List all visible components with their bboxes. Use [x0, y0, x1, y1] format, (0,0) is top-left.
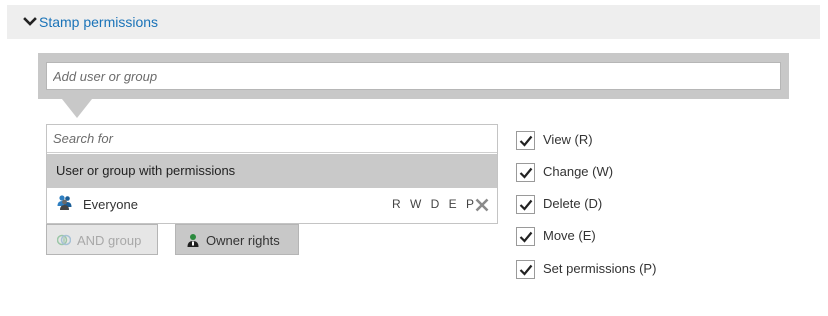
owner-icon	[187, 234, 199, 247]
add-user-or-group-input[interactable]	[46, 62, 781, 90]
stamp-permissions-header[interactable]: Stamp permissions	[7, 5, 820, 39]
permissions-panel: User or group with permissions Everyone …	[46, 124, 498, 224]
change-checkbox[interactable]	[516, 163, 535, 182]
group-icon	[57, 195, 72, 210]
list-item[interactable]: Everyone R W D E P	[47, 188, 497, 223]
permission-view[interactable]: View (R)	[516, 128, 716, 150]
row-rights: R W D E P	[392, 197, 478, 211]
checkmark-icon	[519, 231, 533, 243]
list-header: User or group with permissions	[47, 154, 497, 188]
move-label: Move (E)	[543, 228, 596, 243]
remove-icon[interactable]	[475, 198, 489, 212]
owner-rights-label: Owner rights	[206, 233, 280, 248]
permission-set-permissions[interactable]: Set permissions (P)	[516, 257, 716, 279]
view-checkbox[interactable]	[516, 131, 535, 150]
permission-change[interactable]: Change (W)	[516, 160, 716, 182]
checkmark-icon	[519, 199, 533, 211]
checkmark-icon	[519, 167, 533, 179]
and-group-button[interactable]: AND group	[46, 224, 158, 255]
section-title: Stamp permissions	[39, 14, 159, 30]
checkmark-icon	[519, 135, 533, 147]
delete-checkbox[interactable]	[516, 195, 535, 214]
set-permissions-label: Set permissions (P)	[543, 261, 657, 276]
delete-label: Delete (D)	[543, 196, 603, 211]
checkmark-icon	[519, 264, 533, 276]
chevron-down-icon[interactable]	[23, 16, 37, 28]
permission-delete[interactable]: Delete (D)	[516, 192, 716, 214]
view-label: View (R)	[543, 132, 593, 147]
and-group-icon	[57, 234, 71, 246]
move-checkbox[interactable]	[516, 227, 535, 246]
and-group-label: AND group	[77, 233, 142, 248]
row-name: Everyone	[83, 197, 138, 212]
permission-move[interactable]: Move (E)	[516, 224, 716, 246]
search-input[interactable]	[47, 125, 497, 153]
owner-rights-button[interactable]: Owner rights	[175, 224, 299, 255]
set-permissions-checkbox[interactable]	[516, 260, 535, 279]
change-label: Change (W)	[543, 164, 614, 179]
add-bar-pointer	[62, 99, 92, 118]
